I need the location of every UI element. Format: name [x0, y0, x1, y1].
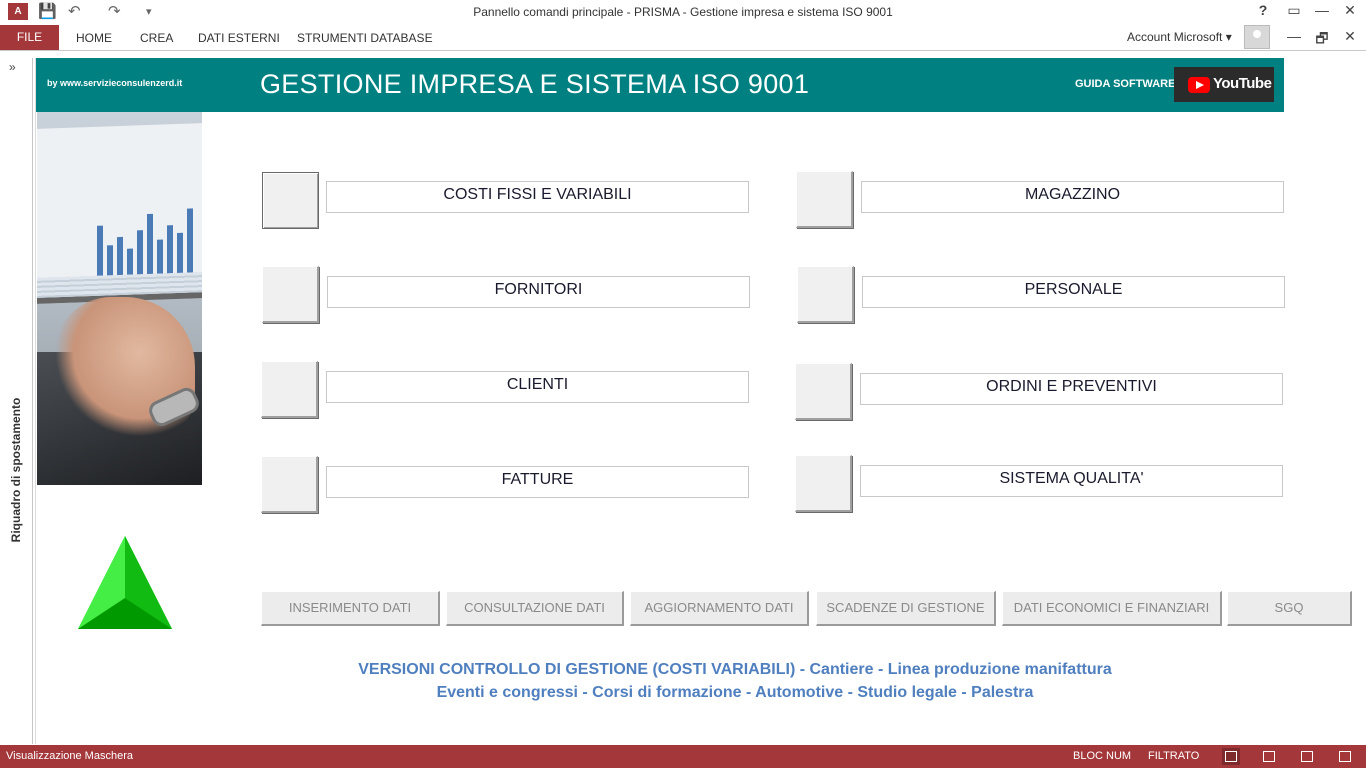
navigation-pane-label[interactable]: Riquadro di spostamento [9, 398, 23, 543]
header-band: by www.servizieconsulenzerd.it GESTIONE … [36, 58, 1284, 112]
tab-strumenti-database[interactable]: STRUMENTI DATABASE [297, 31, 433, 45]
window-title: Pannello comandi principale - PRISMA - G… [473, 5, 893, 19]
doc-minimize-button[interactable]: — [1284, 28, 1304, 44]
magazzino-button[interactable] [796, 171, 853, 228]
guida-software-label: GUIDA SOFTWARE [1075, 78, 1176, 90]
personale-label[interactable]: PERSONALE [862, 276, 1285, 308]
ribbon: FILE HOME CREA DATI ESTERNI STRUMENTI DA… [0, 24, 1366, 50]
view-mode-label: Visualizzazione Maschera [6, 750, 133, 762]
tab-file[interactable]: FILE [0, 25, 59, 50]
fatture-label[interactable]: FATTURE [326, 466, 749, 498]
main-form: by www.servizieconsulenzerd.it GESTIONE … [35, 58, 1366, 744]
fatture-button[interactable] [261, 456, 318, 513]
fornitori-button[interactable] [262, 266, 319, 323]
datasheet-view-icon[interactable] [1260, 748, 1278, 765]
dati-economici-button[interactable]: DATI ECONOMICI E FINANZIARI [1002, 591, 1222, 626]
inserimento-dati-button[interactable]: INSERIMENTO DATI [261, 591, 440, 626]
versions-line-1[interactable]: VERSIONI CONTROLLO DI GESTIONE (COSTI VA… [260, 661, 1210, 679]
youtube-play-icon [1188, 77, 1210, 93]
close-window-button[interactable]: ✕ [1340, 2, 1360, 19]
tab-home[interactable]: HOME [76, 31, 112, 45]
fornitori-label[interactable]: FORNITORI [327, 276, 750, 308]
personale-button[interactable] [797, 266, 854, 323]
versions-line-2[interactable]: Eventi e congressi - Corsi di formazione… [260, 684, 1210, 702]
qualita-button[interactable] [795, 455, 852, 512]
avatar[interactable] [1244, 25, 1270, 49]
sgq-button[interactable]: SGQ [1227, 591, 1352, 626]
tab-dati-esterni[interactable]: DATI ESTERNI [198, 31, 280, 45]
filter-indicator: FILTRATO [1148, 750, 1200, 762]
costi-button[interactable] [262, 172, 319, 229]
clienti-button[interactable] [261, 361, 318, 418]
account-link[interactable]: Account Microsoft ▾ [1127, 30, 1232, 44]
layout-view-icon[interactable] [1298, 748, 1316, 765]
minimize-button[interactable]: — [1312, 2, 1332, 18]
tab-crea[interactable]: CREA [140, 31, 173, 45]
monitor-chart [37, 123, 202, 304]
youtube-button[interactable]: YouTube [1174, 67, 1274, 102]
status-bar: Visualizzazione Maschera BLOC NUM FILTRA… [0, 745, 1366, 768]
costi-label[interactable]: COSTI FISSI E VARIABILI [326, 181, 749, 213]
ribbon-display-icon[interactable]: ▭ [1284, 2, 1304, 19]
ordini-label[interactable]: ORDINI E PREVENTIVI [860, 373, 1283, 405]
office-photo [37, 112, 202, 485]
num-lock-indicator: BLOC NUM [1073, 750, 1132, 762]
byline: by www.servizieconsulenzerd.it [47, 78, 183, 88]
page-title: GESTIONE IMPRESA E SISTEMA ISO 9001 [260, 69, 810, 99]
consultazione-dati-button[interactable]: CONSULTAZIONE DATI [446, 591, 624, 626]
title-bar: A 💾 ↶ ↷ ▾ Pannello comandi principale - … [0, 0, 1366, 24]
design-view-icon[interactable] [1336, 748, 1354, 765]
form-view-icon[interactable] [1222, 748, 1240, 765]
clienti-label[interactable]: CLIENTI [326, 371, 749, 403]
magazzino-label[interactable]: MAGAZZINO [861, 181, 1284, 213]
aggiornamento-dati-button[interactable]: AGGIORNAMENTO DATI [630, 591, 809, 626]
ordini-button[interactable] [795, 363, 852, 420]
green-triangle-logo [78, 536, 172, 629]
youtube-label: YouTube [1213, 75, 1272, 92]
help-button[interactable]: ? [1253, 2, 1273, 18]
navigation-pane[interactable]: » Riquadro di spostamento [0, 58, 33, 744]
doc-restore-button[interactable]: 🗗 [1312, 28, 1332, 52]
scadenze-gestione-button[interactable]: SCADENZE DI GESTIONE [816, 591, 996, 626]
ribbon-divider [0, 50, 1366, 51]
expand-nav-icon[interactable]: » [9, 60, 16, 74]
doc-close-button[interactable]: ✕ [1340, 28, 1360, 45]
qualita-label[interactable]: SISTEMA QUALITA' [860, 465, 1283, 497]
